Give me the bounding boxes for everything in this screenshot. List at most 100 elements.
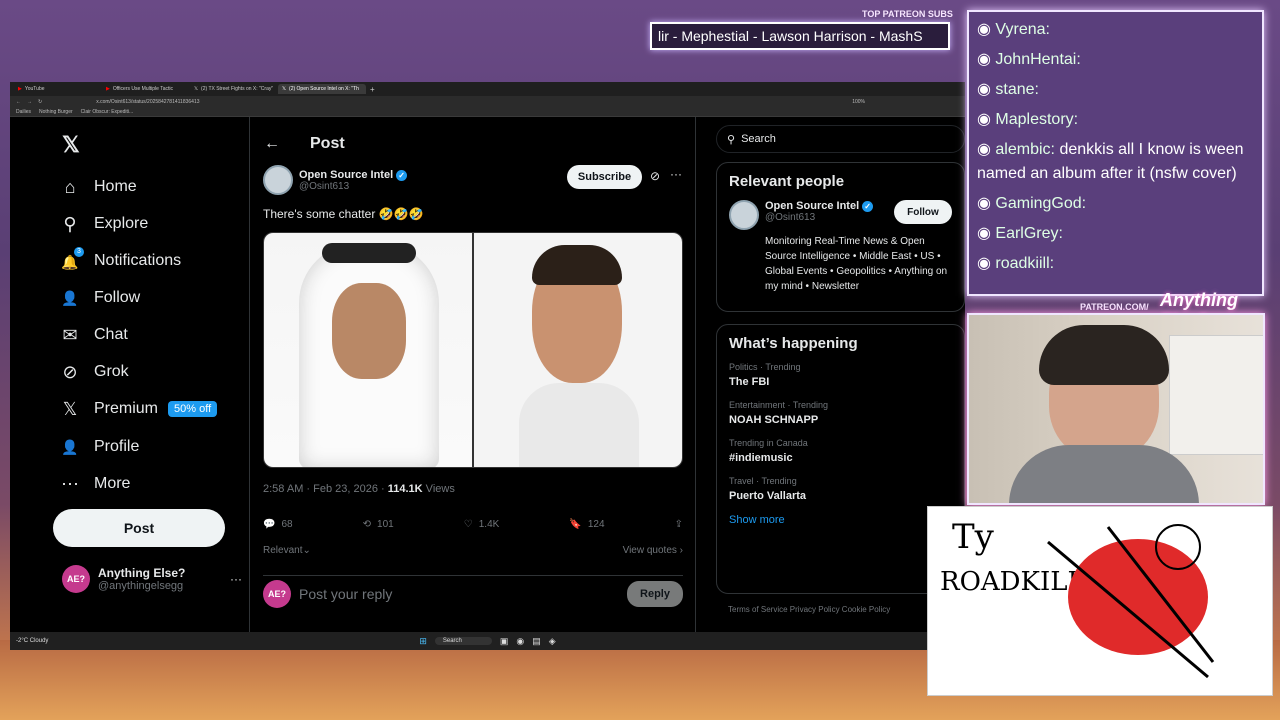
back-arrow-icon[interactable]: ← [264, 135, 280, 153]
captured-screen: ▶ YouTube ▶ Officers Use Multiple Tactic 𝕏… [10, 82, 965, 650]
post-actions: 💬 68 ⟲ 101 ♡ 1.4K 🔖 124 ⇪ [263, 519, 683, 530]
url-text[interactable]: x.com/Osint613/status/202584278141183641… [96, 99, 199, 105]
person-name[interactable]: Open Source Intel [765, 200, 859, 212]
chat-message: ◉ alembic: denkkis all I know is ween na… [977, 141, 1244, 182]
forward-icon[interactable]: → [27, 99, 32, 105]
trend-item[interactable]: Politics · Trending The FBI [729, 362, 952, 388]
back-icon[interactable]: ← [16, 99, 21, 105]
reload-icon[interactable]: ↻ [38, 99, 42, 105]
chat-message: ◉ EarlGrey: [977, 225, 1063, 242]
share-icon[interactable]: ⇪ [675, 519, 683, 530]
bell-icon: 🔔 3 [60, 246, 84, 272]
bookmark-icon: 🔖 [569, 519, 582, 530]
subscribe-button[interactable]: Subscribe [567, 165, 642, 189]
more-dots-icon[interactable]: ··· [230, 572, 242, 586]
nav-item-premium[interactable]: 𝕏 Premium 50% off [60, 397, 218, 421]
repost-action[interactable]: ⟲ 101 [363, 519, 394, 530]
grok-icon[interactable]: ⊘ [650, 169, 660, 183]
author-avatar[interactable] [263, 165, 293, 195]
nav-item-profile[interactable]: 👤 Profile [60, 435, 139, 459]
chat-message: ◉ stane: [977, 81, 1039, 98]
reply-icon: 💬 [263, 519, 276, 530]
verified-icon: ✓ [396, 169, 408, 181]
panel-title: Relevant people [729, 173, 845, 190]
patreon-ticker: lir - Mephestial - Lawson Harrison - Mas… [650, 22, 950, 50]
avatar: AE? [263, 580, 291, 608]
premium-discount-badge: 50% off [168, 401, 218, 417]
profile-icon: 👤 [61, 438, 79, 455]
taskbar-search[interactable]: Search [434, 637, 492, 645]
nav-item-notifications[interactable]: 🔔 3 Notifications [60, 246, 181, 273]
x-premium-icon: 𝕏 [62, 398, 78, 419]
windows-taskbar: -2°C Cloudy ⊞ Search ▣ ◉ ▤ ◈ [10, 632, 965, 650]
grok-icon: ⊘ [62, 361, 78, 382]
x-sidebar-nav: 𝕏 ⌂ Home ⚲ Explore 🔔 3 Notifications 👤 Follow… [10, 117, 250, 632]
sort-relevant-dropdown[interactable]: Relevant⌄ [263, 545, 311, 556]
reply-input[interactable]: Post your reply [299, 586, 392, 602]
account-switcher[interactable]: AE? Anything Else? @anythingelsegg ··· [62, 565, 242, 593]
bookmark[interactable]: Dailies [16, 109, 31, 115]
browser-tab[interactable]: ▶ Officers Use Multiple Tactic [102, 84, 190, 94]
footer-links[interactable]: Terms of Service Privacy Policy Cookie P… [728, 605, 890, 614]
nav-item-chat[interactable]: ✉ Chat [60, 323, 127, 347]
bookmarks-bar: Dailies Nothing Burger Clair Obscur: Exp… [10, 108, 965, 117]
chat-message: ◉ Vyrena: [977, 21, 1050, 38]
more-circle-icon: ⋯ [61, 473, 79, 494]
bookmark[interactable]: Nothing Burger [39, 109, 73, 115]
post-button[interactable]: Post [53, 509, 225, 547]
roadkill-drawing [1047, 524, 1215, 679]
new-tab-icon[interactable]: + [370, 85, 375, 94]
weather-widget[interactable]: -2°C Cloudy [16, 638, 48, 644]
media-image-right[interactable] [473, 233, 682, 467]
address-bar[interactable]: ← → ↻ x.com/Osint613/status/20258427814118… [10, 96, 965, 108]
more-dots-icon[interactable]: ··· [670, 167, 682, 181]
nav-item-explore[interactable]: ⚲ Explore [60, 212, 148, 236]
author-handle[interactable]: @Osint613 [299, 181, 407, 192]
account-handle: @anythingelsegg [98, 580, 184, 592]
reply-composer: AE? Post your reply Reply [263, 575, 683, 608]
taskbar-app-icon[interactable]: ▣ [500, 636, 509, 647]
trend-item[interactable]: Travel · Trending Puerto Vallarta [729, 476, 952, 502]
notification-badge: 3 [74, 246, 84, 257]
page-title: Post [310, 135, 345, 152]
person-avatar[interactable] [729, 200, 759, 230]
like-action[interactable]: ♡ 1.4K [464, 519, 500, 530]
x-app: 𝕏 ⌂ Home ⚲ Explore 🔔 3 Notifications 👤 Follow… [10, 117, 965, 632]
post-text: There's some chatter 🤣🤣🤣 [263, 207, 424, 221]
taskbar-app-icon[interactable]: ◈ [549, 636, 556, 647]
bookmark-action[interactable]: 🔖 124 [569, 519, 604, 530]
taskbar-app-icon[interactable]: ◉ [516, 636, 524, 647]
browser-tab-bar: ▶ YouTube ▶ Officers Use Multiple Tactic 𝕏… [10, 82, 965, 96]
nav-item-home[interactable]: ⌂ Home [60, 175, 137, 199]
view-quotes-link[interactable]: View quotes › [623, 545, 683, 556]
reply-action[interactable]: 💬 68 [263, 519, 293, 530]
windows-start-icon[interactable]: ⊞ [419, 636, 427, 647]
show-more-link[interactable]: Show more [729, 514, 952, 526]
browser-tab-active[interactable]: 𝕏 (2) Open Source Intel on X: "Th [278, 84, 366, 94]
person-add-icon: 👤 [61, 289, 79, 306]
browser-tab[interactable]: 𝕏 (2) TX Street Fights on X: "Cray" [190, 84, 278, 94]
x-logo-icon[interactable]: 𝕏 [62, 132, 80, 158]
trend-item[interactable]: Entertainment · Trending NOAH SCHNAPP [729, 400, 952, 426]
post-media[interactable] [263, 232, 683, 468]
nav-item-follow[interactable]: 👤 Follow [60, 286, 140, 310]
trend-item[interactable]: Trending in Canada #indiemusic [729, 438, 952, 464]
reply-button[interactable]: Reply [627, 581, 683, 607]
relevant-people-panel: Relevant people Open Source Intel ✓ @Osin… [716, 162, 965, 312]
bookmark[interactable]: Clair Obscur: Expediti... [81, 109, 134, 115]
media-image-left[interactable] [264, 233, 472, 467]
person-handle[interactable]: @Osint613 [765, 212, 873, 223]
nav-item-grok[interactable]: ⊘ Grok [60, 360, 128, 384]
post-timestamp: 2:58 AM · Feb 23, 2026 · 114.1K Views [263, 483, 455, 495]
chat-message: ◉ GamingGod: [977, 195, 1087, 212]
browser-tab[interactable]: ▶ YouTube [14, 84, 102, 94]
heart-icon: ♡ [463, 519, 473, 530]
follow-button[interactable]: Follow [894, 200, 952, 224]
author-name[interactable]: Open Source Intel [299, 169, 393, 181]
post-author[interactable]: Open Source Intel ✓ @Osint613 [263, 165, 408, 195]
search-input[interactable]: ⚲ Search [716, 125, 965, 153]
taskbar-app-icon[interactable]: ▤ [532, 636, 541, 647]
chat-message: ◉ JohnHentai: [977, 51, 1081, 68]
chat-message: ◉ roadkiill: [977, 255, 1055, 272]
nav-item-more[interactable]: ⋯ More [60, 472, 130, 496]
